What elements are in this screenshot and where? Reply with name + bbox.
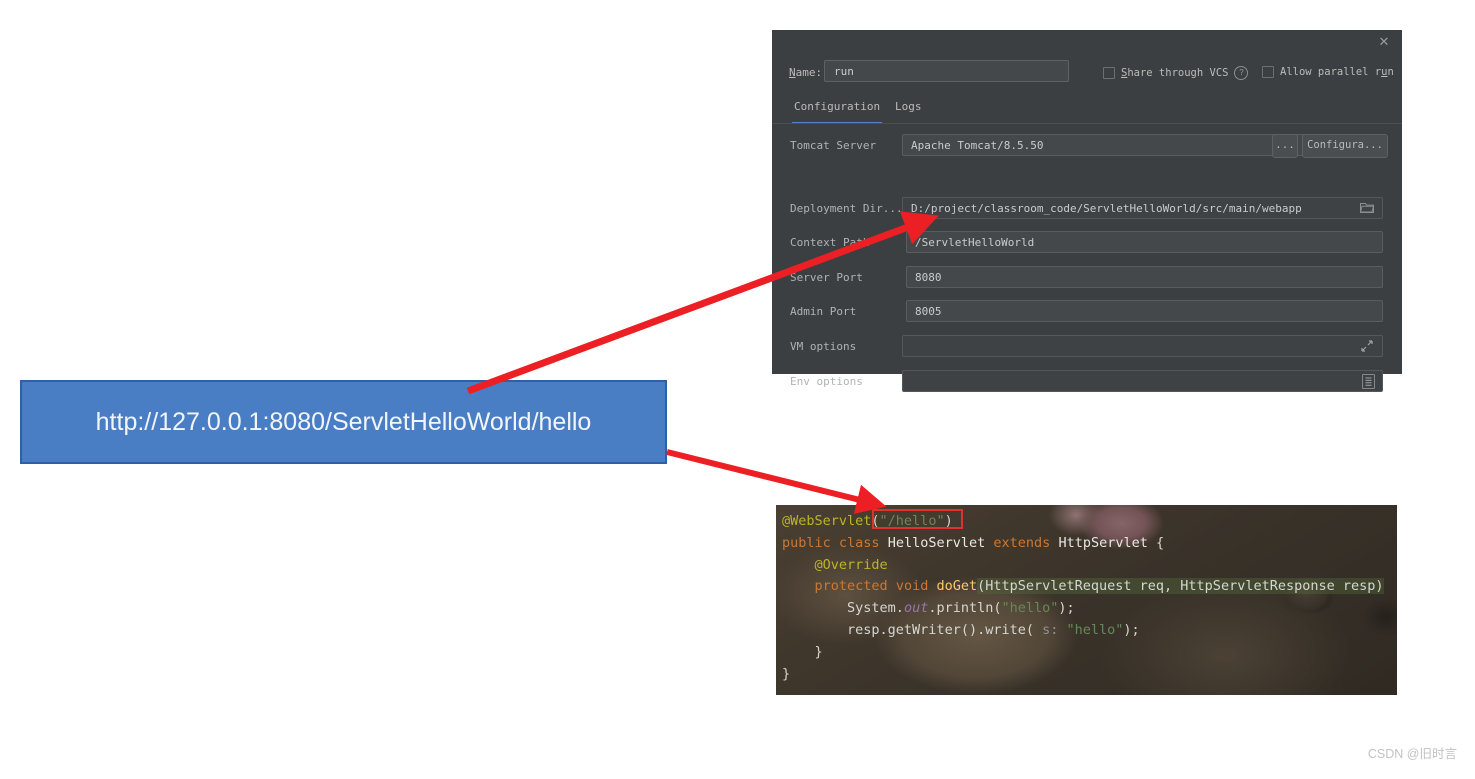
token-println-call: .println(: [928, 600, 1002, 617]
admin-port-input[interactable]: 8005: [906, 300, 1383, 322]
field-row-env-options: Env options: [772, 368, 1402, 398]
name-input[interactable]: run: [824, 60, 1069, 82]
tab-divider: [772, 123, 1402, 124]
share-through-vcs-checkbox-group[interactable]: Share through VCS ?: [1103, 66, 1249, 80]
name-label-rest: ame:: [795, 66, 823, 79]
field-row-admin-port: Admin Port 8005: [772, 298, 1402, 328]
tab-logs[interactable]: Logs: [895, 100, 922, 113]
field-row-context-path: Context Path /ServletHelloWorld: [772, 229, 1402, 259]
token-class-httpservlet: HttpServlet: [1058, 534, 1148, 551]
token-kw-protected: protected: [814, 578, 888, 595]
token-class-helloservlet: HelloServlet: [887, 534, 986, 551]
list-icon[interactable]: [1362, 374, 1375, 389]
token-paren-open: (: [871, 513, 880, 529]
token-system: System.: [847, 600, 904, 617]
allow-parallel-run-checkbox-group[interactable]: Allow parallel run: [1262, 66, 1394, 78]
dialog-tab-bar: Configuration Logs: [772, 98, 1402, 124]
deployment-dir-label: Deployment Dir...: [790, 202, 903, 215]
code-editor-panel: @WebServlet("/hello") public class Hello…: [776, 505, 1397, 695]
callout-url-text: http://127.0.0.1:8080/ServletHelloWorld/…: [95, 407, 592, 436]
token-semi-2: );: [1123, 621, 1140, 638]
name-row: Name: run Share through VCS ? Allow para…: [772, 58, 1402, 90]
token-kw-void: void: [895, 578, 929, 595]
tomcat-browse-button[interactable]: ...: [1272, 134, 1298, 158]
token-brace-open: {: [1155, 534, 1165, 551]
field-row-vm-options: VM options: [772, 333, 1402, 363]
token-paren-close: ): [944, 513, 953, 529]
token-string-hello-1: "hello": [1001, 600, 1059, 617]
token-resp-write-call: resp.getWriter().write(: [847, 621, 1034, 638]
admin-port-label: Admin Port: [790, 305, 857, 318]
token-kw-class: class: [838, 534, 880, 551]
allow-parallel-run-checkbox[interactable]: [1262, 66, 1274, 78]
server-port-label: Server Port: [790, 271, 863, 284]
field-row-tomcat-server: Tomcat Server Apache Tomcat/8.5.50 ... C…: [772, 132, 1402, 162]
allow-parallel-suffix: n: [1387, 66, 1394, 78]
token-kw-extends: extends: [993, 534, 1051, 551]
token-string-hello-2: "hello": [1066, 621, 1124, 638]
configure-button[interactable]: Configura...: [1302, 134, 1388, 158]
token-kw-public: public: [782, 534, 831, 551]
token-brace-close-outer: }: [782, 665, 791, 682]
token-annotation-webservlet: @WebServlet: [782, 513, 872, 529]
share-through-vcs-checkbox[interactable]: [1103, 67, 1115, 79]
context-path-input[interactable]: /ServletHelloWorld: [906, 231, 1383, 253]
share-vcs-rest: hare through VCS: [1127, 67, 1229, 79]
token-brace-close-inner: }: [782, 643, 823, 660]
token-field-out: out: [903, 600, 929, 617]
csdn-watermark: CSDN @旧时言: [1367, 747, 1457, 761]
folder-icon[interactable]: [1360, 201, 1374, 213]
help-icon[interactable]: ?: [1234, 66, 1249, 80]
token-annotation-override: @Override: [814, 556, 888, 573]
dialog-titlebar: ✕: [772, 30, 1402, 52]
token-param-hint-s: s:: [1033, 621, 1067, 638]
allow-parallel-prefix: Allow parallel r: [1280, 66, 1382, 78]
vm-options-label: VM options: [790, 340, 857, 353]
share-through-vcs-label: Share through VCS: [1121, 67, 1228, 79]
tab-configuration[interactable]: Configuration: [794, 100, 880, 113]
server-port-input[interactable]: 8080: [906, 266, 1383, 288]
env-options-label: Env options: [790, 375, 863, 388]
allow-parallel-run-label: Allow parallel run: [1280, 66, 1394, 78]
run-configuration-dialog: ✕ Name: run Share through VCS ? Allow pa…: [772, 30, 1402, 392]
name-label: Name:: [789, 66, 822, 79]
field-row-deployment-dir: Deployment Dir... D:/project/classroom_c…: [772, 195, 1402, 225]
url-callout-box: http://127.0.0.1:8080/ServletHelloWorld/…: [20, 380, 667, 464]
token-semi-1: );: [1058, 600, 1075, 617]
source-code[interactable]: @WebServlet("/hello") public class Hello…: [782, 511, 1397, 695]
token-method-doget: doGet: [936, 578, 978, 595]
vm-options-input[interactable]: [902, 335, 1383, 357]
arrow-to-webservlet-path: [666, 449, 887, 514]
tomcat-server-label: Tomcat Server: [790, 139, 877, 152]
close-icon[interactable]: ✕: [1374, 32, 1394, 50]
name-label-mnemonic: N: [789, 66, 796, 79]
field-row-server-port: Server Port 8080: [772, 264, 1402, 294]
env-options-input[interactable]: [902, 370, 1383, 392]
deployment-dir-input[interactable]: D:/project/classroom_code/ServletHelloWo…: [902, 197, 1383, 219]
token-method-params: (HttpServletRequest req, HttpServletResp…: [977, 578, 1384, 595]
expand-icon[interactable]: [1361, 340, 1373, 352]
token-string-hello-path: "/hello": [879, 513, 945, 529]
context-path-label: Context Path: [790, 236, 870, 249]
